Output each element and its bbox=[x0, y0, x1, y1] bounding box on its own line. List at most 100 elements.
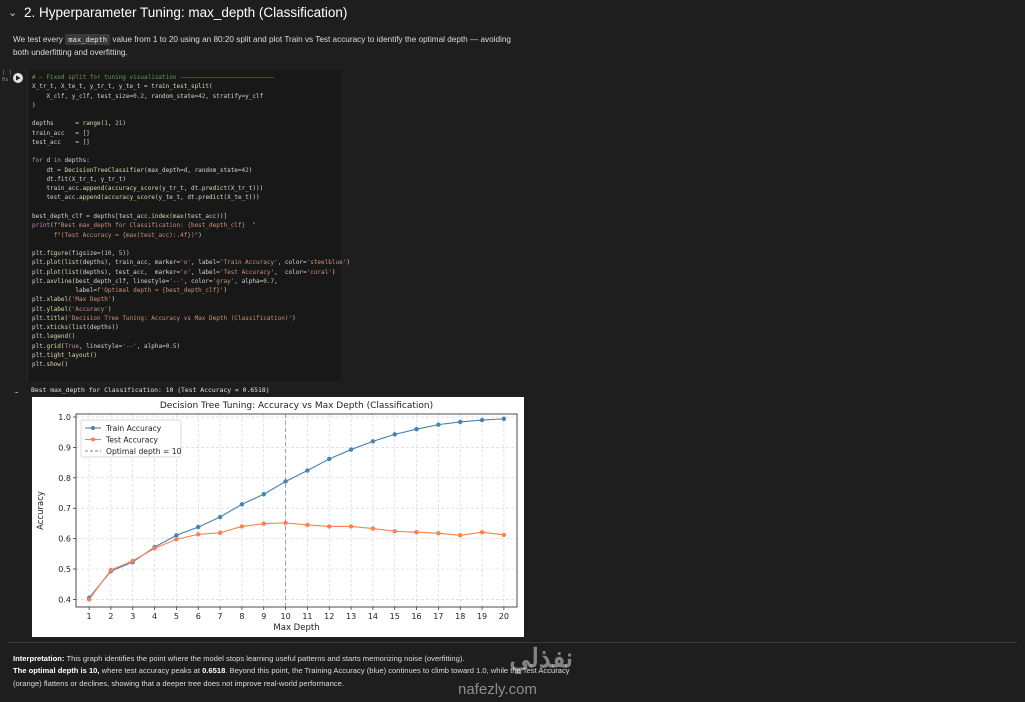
data-point-1 bbox=[86, 597, 92, 602]
interpretation-label: Interpretation: bbox=[13, 654, 65, 663]
data-point-0 bbox=[392, 432, 397, 437]
section-title: 2. Hyperparameter Tuning: max_depth (Cla… bbox=[24, 5, 348, 20]
code-line: test_acc = [] bbox=[32, 138, 90, 146]
data-point-1 bbox=[217, 530, 223, 536]
accuracy-chart: 0.40.50.60.70.80.91.01 2 3 4 5 6 7 8 9 10 11 12 13 14… bbox=[36, 401, 518, 633]
x-tick-label: 16 bbox=[411, 612, 421, 621]
data-point-1 bbox=[239, 524, 245, 529]
code-line: # — Fixed split for tuning visualisation… bbox=[32, 74, 275, 81]
code-line: depths = range(1, 21) bbox=[32, 120, 126, 128]
interpretation-bold-score: 0.6518 bbox=[202, 666, 226, 676]
x-tick-label: 1 bbox=[87, 612, 92, 621]
x-tick-label: 3 bbox=[130, 612, 135, 621]
code-line: ) bbox=[32, 101, 36, 109]
x-tick-label: 17 bbox=[433, 612, 443, 621]
chart-output: 0.4 0.5 0.6 0.7 0.8 0.9 1.0 1 2 3 4 5 6 7 8 9 10 11 12 13 14… bbox=[32, 397, 524, 637]
code-line: label=f'Optimal depth = {best_depth_clf}… bbox=[32, 287, 228, 295]
data-point-0 bbox=[217, 514, 223, 520]
data-point-1 bbox=[392, 529, 397, 534]
code-editor[interactable]: # — Fixed split for tuning visualisation… bbox=[32, 73, 350, 370]
code-line: plt.xticks(list(depths)) bbox=[32, 324, 119, 332]
interpretation-bold-depth: The optimal depth is 10, bbox=[13, 666, 100, 676]
x-tick-label: 19 bbox=[477, 612, 487, 621]
execution-time: 0s bbox=[2, 77, 9, 83]
data-point-1 bbox=[283, 520, 288, 526]
data-point-0 bbox=[239, 502, 245, 507]
data-point-0 bbox=[283, 479, 288, 484]
data-point-1 bbox=[458, 533, 463, 538]
data-point-1 bbox=[370, 526, 376, 531]
x-tick-label: 9 bbox=[261, 612, 266, 621]
data-point-0 bbox=[196, 524, 201, 530]
data-point-0 bbox=[436, 422, 441, 427]
code-line: plt.plot(list(depths), train_acc, marker… bbox=[32, 259, 350, 267]
code-line: plt.ylabel('Accuracy') bbox=[32, 305, 112, 313]
data-point-0 bbox=[458, 419, 463, 425]
x-tick-label: 20 bbox=[499, 612, 509, 621]
data-point-0 bbox=[261, 492, 266, 497]
code-line: plt.show() bbox=[32, 361, 69, 369]
code-line: X_clf, y_clf, test_size=0.2, random_stat… bbox=[32, 92, 264, 100]
code-line: dt.fit(X_tr_t, y_tr_t) bbox=[32, 175, 126, 183]
x-tick-label: 18 bbox=[455, 612, 465, 621]
description-code: max_depth bbox=[65, 34, 111, 45]
watermark: نفذلي nafezly.com bbox=[450, 643, 575, 701]
code-line: plt.title('Decision Tree Tuning: Accurac… bbox=[32, 314, 296, 322]
code-line: plt.grid(True, linestyle='--', alpha=0.5… bbox=[32, 342, 181, 350]
y-axis-label: Accuracy bbox=[36, 491, 46, 530]
interpretation-sentence-1: This graph identifies the point where th… bbox=[64, 654, 465, 663]
x-tick-label: 10 bbox=[280, 612, 290, 621]
interpretation-sentence-2: where test accuracy peaks at bbox=[99, 666, 203, 676]
cell-execution-gutter: [ ] 0s bbox=[2, 70, 12, 84]
code-line: for d in depths: bbox=[32, 157, 90, 165]
x-axis-label: Max Depth bbox=[273, 623, 319, 633]
section-heading: ⌄ 2. Hyperparameter Tuning: max_depth (C… bbox=[8, 5, 347, 20]
data-point-0 bbox=[501, 416, 507, 422]
code-line: train_acc = [] bbox=[32, 129, 90, 137]
chart-title: Decision Tree Tuning: Accuracy vs Max De… bbox=[160, 401, 433, 411]
x-tick-label: 5 bbox=[174, 612, 179, 621]
y-tick-label: 1.0 bbox=[58, 413, 71, 422]
code-line: test_acc.append(accuracy_score(y_te_t, d… bbox=[32, 194, 260, 202]
output-text: Best max_depth for Classification: 10 (T… bbox=[31, 386, 270, 394]
y-tick-label: 0.4 bbox=[58, 595, 71, 604]
x-tick-label: 8 bbox=[239, 612, 244, 621]
data-point-0 bbox=[327, 456, 332, 462]
data-point-0 bbox=[174, 533, 179, 538]
code-line: dt = DecisionTreeClassifier(max_depth=d,… bbox=[32, 166, 253, 174]
x-tick-label: 15 bbox=[390, 612, 400, 621]
y-tick-label: 0.8 bbox=[58, 474, 71, 483]
code-line: plt.legend() bbox=[32, 333, 76, 341]
section-description: We test every max_depth value from 1 to … bbox=[13, 34, 523, 59]
code-line: train_acc.append(accuracy_score(y_tr_t, … bbox=[32, 185, 264, 193]
output-menu-icon[interactable]: ... bbox=[14, 386, 19, 395]
y-tick-label: 0.5 bbox=[58, 565, 71, 574]
play-icon bbox=[16, 75, 21, 81]
code-line: f"(Test Accuracy = {max(test_acc):.4f})"… bbox=[53, 231, 202, 239]
x-tick-label: 13 bbox=[346, 612, 356, 621]
x-tick-label: 12 bbox=[324, 612, 334, 621]
collapse-chevron-icon[interactable]: ⌄ bbox=[8, 6, 18, 19]
code-cell[interactable]: # — Fixed split for tuning visualisation… bbox=[27, 70, 350, 381]
data-point-0 bbox=[414, 426, 419, 432]
code-line: plt.plot(list(depths), test_acc, marker=… bbox=[32, 268, 336, 276]
data-point-0 bbox=[370, 439, 376, 444]
data-point-1 bbox=[414, 530, 419, 535]
code-line: plt.figure(figsize=(10, 5)) bbox=[32, 250, 130, 258]
x-tick-label: 11 bbox=[302, 612, 312, 621]
run-cell-button[interactable] bbox=[13, 73, 23, 83]
execution-count: [ ] bbox=[2, 70, 12, 76]
code-line: X_tr_t, X_te_t, y_tr_t, y_te_t = train_t… bbox=[32, 83, 213, 91]
code-line: print(f"Best max_depth for Classificatio… bbox=[32, 222, 256, 230]
legend-marker bbox=[91, 426, 95, 430]
code-line: best_depth_clf = depths[test_acc.index(m… bbox=[32, 212, 228, 220]
watermark-latin: nafezly.com bbox=[458, 681, 537, 698]
y-tick-label: 0.6 bbox=[58, 535, 71, 544]
x-tick-label: 14 bbox=[368, 612, 378, 621]
y-tick-label: 0.9 bbox=[58, 443, 71, 452]
data-point-0 bbox=[348, 447, 354, 452]
data-point-1 bbox=[196, 532, 201, 537]
x-tick-label: 7 bbox=[218, 612, 223, 621]
x-tick-label: 6 bbox=[196, 612, 201, 621]
x-tick-label: 4 bbox=[152, 612, 157, 621]
